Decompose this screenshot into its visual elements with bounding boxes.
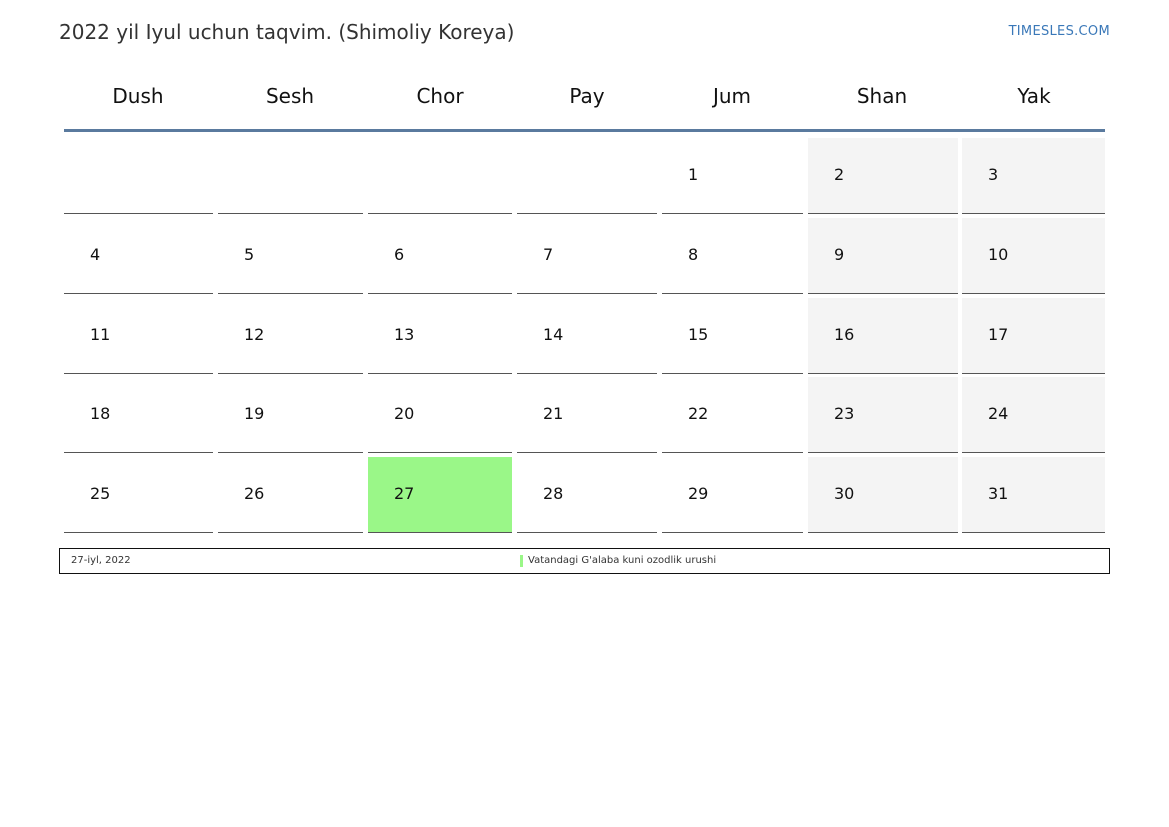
- day-number: 22: [688, 404, 709, 423]
- day-number: 9: [834, 245, 845, 264]
- day-number: 21: [543, 404, 564, 423]
- day-cell[interactable]: 17: [962, 298, 1105, 374]
- weekday-jum: Jum: [712, 84, 752, 108]
- day-number: 7: [543, 245, 554, 264]
- day-cell[interactable]: 24: [962, 377, 1105, 453]
- holiday-day-cell[interactable]: 27: [368, 457, 512, 533]
- weekday-header: Dush Sesh Chor Pay Jum Shan Yak: [64, 78, 1105, 132]
- day-number: 8: [688, 245, 699, 264]
- day-cell[interactable]: 6: [368, 218, 512, 294]
- weekday-shan: Shan: [856, 84, 908, 108]
- day-number: 14: [543, 325, 564, 344]
- day-cell[interactable]: 1: [662, 138, 803, 214]
- day-cell[interactable]: 4: [64, 218, 213, 294]
- day-cell[interactable]: 19: [218, 377, 363, 453]
- day-cell[interactable]: 28: [517, 457, 657, 533]
- day-cell[interactable]: 5: [218, 218, 363, 294]
- day-cell[interactable]: 16: [808, 298, 958, 374]
- weekday-dush: Dush: [112, 84, 164, 108]
- day-cell[interactable]: 3: [962, 138, 1105, 214]
- day-number: 31: [988, 484, 1009, 503]
- weekday-pay: Pay: [569, 84, 605, 108]
- weekday-sesh: Sesh: [265, 84, 315, 108]
- empty-day-cell: [368, 138, 512, 214]
- day-cell[interactable]: 21: [517, 377, 657, 453]
- day-number: 16: [834, 325, 855, 344]
- day-number: 5: [244, 245, 255, 264]
- day-cell[interactable]: 30: [808, 457, 958, 533]
- day-number: 20: [394, 404, 415, 423]
- day-cell[interactable]: 25: [64, 457, 213, 533]
- day-number: 24: [988, 404, 1009, 423]
- day-cell[interactable]: 26: [218, 457, 363, 533]
- day-cell[interactable]: 22: [662, 377, 803, 453]
- day-cell[interactable]: 31: [962, 457, 1105, 533]
- day-number: 1: [688, 165, 699, 184]
- day-number: 29: [688, 484, 709, 503]
- day-number: 25: [90, 484, 111, 503]
- empty-day-cell: [517, 138, 657, 214]
- day-cell[interactable]: 8: [662, 218, 803, 294]
- day-number: 6: [394, 245, 405, 264]
- brand-link[interactable]: TIMESLES.COM: [1009, 24, 1110, 39]
- day-cell[interactable]: 2: [808, 138, 958, 214]
- day-cell[interactable]: 18: [64, 377, 213, 453]
- day-number: 10: [988, 245, 1009, 264]
- day-cell[interactable]: 13: [368, 298, 512, 374]
- legend-date: 27-iyl, 2022: [71, 555, 131, 566]
- day-number: 12: [244, 325, 265, 344]
- day-cell[interactable]: 15: [662, 298, 803, 374]
- day-number: 11: [90, 325, 111, 344]
- legend-holiday-name: Vatandagi G'alaba kuni ozodlik urushi: [528, 555, 717, 566]
- day-number: 30: [834, 484, 855, 503]
- holiday-legend: 27-iyl, 2022 Vatandagi G'alaba kuni ozod…: [59, 548, 1110, 574]
- day-cell[interactable]: 20: [368, 377, 512, 453]
- day-cell[interactable]: 7: [517, 218, 657, 294]
- day-number: 13: [394, 325, 415, 344]
- day-number: 23: [834, 404, 855, 423]
- weekday-yak: Yak: [1017, 84, 1051, 108]
- day-number: 18: [90, 404, 111, 423]
- day-cell[interactable]: 10: [962, 218, 1105, 294]
- legend-color-marker: [520, 555, 523, 567]
- day-number: 15: [688, 325, 709, 344]
- day-cell[interactable]: 9: [808, 218, 958, 294]
- empty-day-cell: [218, 138, 363, 214]
- day-number: 2: [834, 165, 845, 184]
- day-cell[interactable]: 12: [218, 298, 363, 374]
- day-cell[interactable]: 11: [64, 298, 213, 374]
- day-number: 3: [988, 165, 999, 184]
- day-number: 19: [244, 404, 265, 423]
- day-cell[interactable]: 29: [662, 457, 803, 533]
- day-number: 26: [244, 484, 265, 503]
- day-number: 17: [988, 325, 1009, 344]
- day-number: 27: [394, 484, 415, 503]
- day-number: 4: [90, 245, 101, 264]
- page-title: 2022 yil Iyul uchun taqvim. (Shimoliy Ko…: [59, 20, 515, 44]
- day-cell[interactable]: 23: [808, 377, 958, 453]
- day-number: 28: [543, 484, 564, 503]
- day-cell[interactable]: 14: [517, 298, 657, 374]
- empty-day-cell: [64, 138, 213, 214]
- weekday-chor: Chor: [416, 84, 464, 108]
